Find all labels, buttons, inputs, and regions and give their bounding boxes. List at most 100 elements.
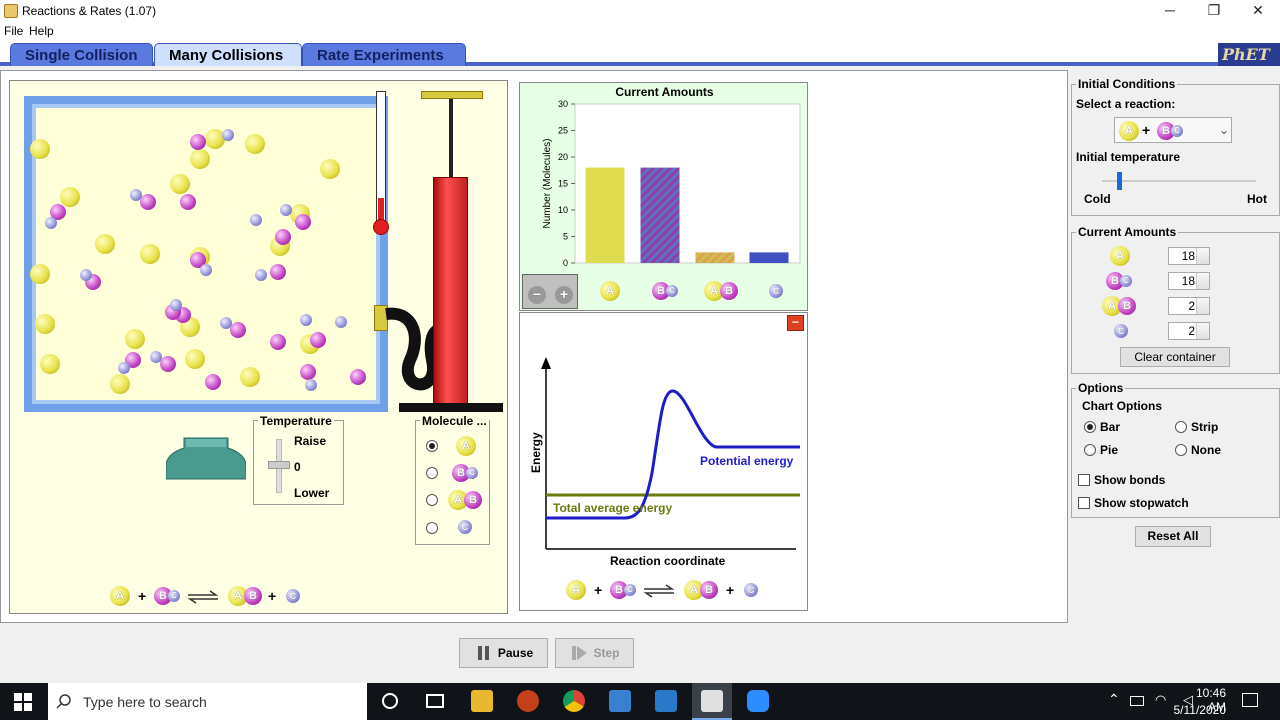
minimize-button[interactable]: ─	[1148, 0, 1192, 22]
radio-none[interactable]	[1175, 444, 1187, 456]
reset-all-button[interactable]: Reset All	[1135, 526, 1211, 547]
clock-date[interactable]: 5/11/2020	[1170, 703, 1227, 717]
amount-bc-spinner[interactable]: 18	[1168, 272, 1210, 290]
file-explorer-icon[interactable]	[471, 690, 493, 712]
zoom-out-button[interactable]: −	[528, 286, 546, 304]
molecule-a	[110, 374, 130, 394]
container-lid[interactable]	[166, 436, 246, 480]
chevron-up-icon[interactable]: ⌃	[1108, 691, 1120, 708]
chrome-icon[interactable]	[563, 690, 585, 712]
lower-label: Lower	[294, 486, 330, 500]
windows-start-icon[interactable]	[14, 693, 32, 711]
thermometer-bulb	[373, 219, 389, 235]
bar-ab	[695, 252, 735, 263]
radio-strip-label: Strip	[1191, 420, 1219, 434]
molecule-b	[310, 332, 326, 348]
menu-file[interactable]: File	[4, 24, 23, 38]
current-amounts-title: Current Amounts	[1076, 225, 1179, 239]
close-button[interactable]: ✕	[1236, 0, 1280, 22]
equation-a-icon: A	[110, 586, 130, 606]
temperature-slider-thumb[interactable]	[268, 461, 290, 469]
pump-body[interactable]	[433, 177, 468, 407]
menu-bar: File Help	[0, 22, 1280, 40]
plus-sign: +	[1142, 122, 1151, 138]
molecule-a	[35, 314, 55, 334]
radio-pie[interactable]	[1084, 444, 1096, 456]
clear-container-button[interactable]: Clear container	[1120, 347, 1230, 367]
tab-many-collisions[interactable]: Many Collisions	[154, 43, 302, 66]
pause-button[interactable]: Pause	[459, 638, 548, 668]
amount-c-spinner[interactable]: 2	[1168, 322, 1210, 340]
y-tick-label: 10	[558, 205, 568, 215]
amount-a-spinner[interactable]: 18	[1168, 247, 1210, 265]
diagram-c-icon: C	[744, 583, 758, 597]
initial-temperature-thumb[interactable]	[1117, 172, 1123, 190]
molecule-a-icon: A	[456, 436, 476, 456]
temperature-control: Temperature Raise 0 Lower	[253, 414, 344, 505]
battery-icon[interactable]	[1130, 696, 1144, 706]
options-title: Options	[1076, 381, 1126, 395]
step-button[interactable]: Step	[555, 638, 634, 668]
y-tick-label: 0	[563, 258, 568, 268]
initial-temperature-label: Initial temperature	[1076, 150, 1181, 164]
radio-none-label: None	[1191, 443, 1221, 457]
wifi-icon[interactable]: ◠	[1155, 692, 1166, 708]
options-group: Options Chart Options Bar Strip Pie None…	[1071, 381, 1280, 518]
molecule-c	[220, 317, 232, 329]
taskbar-search[interactable]: Type here to search	[48, 683, 367, 720]
molecule-a	[245, 134, 265, 154]
java-icon	[701, 690, 723, 712]
energy-axis-arrow	[541, 357, 551, 369]
molecule-a	[30, 264, 50, 284]
menu-help[interactable]: Help	[29, 24, 54, 38]
initial-temperature-track[interactable]	[1102, 180, 1256, 182]
molecule-radio-ab[interactable]	[426, 494, 438, 506]
task-view-icon[interactable]	[426, 694, 444, 708]
tab-rate-experiments[interactable]: Rate Experiments	[302, 43, 466, 66]
amount-ab-spinner[interactable]: 2	[1168, 297, 1210, 315]
molecule-b	[275, 229, 291, 245]
radio-bar[interactable]	[1084, 421, 1096, 433]
pump-handle[interactable]	[421, 91, 483, 99]
tab-single-collision[interactable]: Single Collision	[10, 43, 153, 66]
bar-legend-a-icon: A	[600, 281, 620, 301]
pump-base	[399, 403, 503, 412]
molecule-radio-bc[interactable]	[426, 467, 438, 479]
molecule-c	[300, 314, 312, 326]
y-tick-label: 20	[558, 152, 568, 162]
molecule-b	[140, 194, 156, 210]
show-stopwatch-checkbox[interactable]	[1078, 497, 1090, 509]
show-bonds-checkbox[interactable]	[1078, 474, 1090, 486]
cortana-icon[interactable]	[382, 693, 398, 709]
diagram-a-icon: A	[566, 580, 586, 600]
zoom-icon[interactable]	[747, 690, 769, 712]
molecule-radio-c[interactable]	[426, 522, 438, 534]
molecule-b	[160, 356, 176, 372]
restore-button[interactable]: ❐	[1192, 0, 1236, 22]
molecule-b	[300, 364, 316, 380]
molecule-bc-c-icon: C	[466, 467, 478, 479]
powerpoint-icon[interactable]	[517, 690, 539, 712]
molecule-radio-a[interactable]	[426, 440, 438, 452]
pause-icon	[478, 646, 482, 660]
molecule-selector: Molecule ... A B C A B C	[415, 414, 490, 545]
molecule-a	[40, 354, 60, 374]
select-c-icon: C	[1171, 125, 1183, 137]
amount-a-icon: A	[1110, 246, 1130, 266]
molecule-b	[295, 214, 311, 230]
notifications-icon[interactable]	[1242, 693, 1258, 707]
diagram-reaction-equation: A + B C A B + C	[566, 580, 766, 602]
zoom-in-button[interactable]: +	[555, 286, 573, 304]
search-icon	[56, 694, 71, 709]
reaction-coordinate-label: Reaction coordinate	[610, 554, 726, 568]
y-tick-label: 15	[558, 179, 568, 189]
y-axis-label: Number (Molecules)	[542, 138, 553, 228]
reaction-select[interactable]: A + B C ⌄	[1114, 117, 1232, 143]
mail-icon[interactable]	[655, 690, 677, 712]
radio-strip[interactable]	[1175, 421, 1187, 433]
amount-c-icon: C	[1114, 324, 1128, 338]
store-icon[interactable]	[609, 690, 631, 712]
phet-logo: PhET	[1218, 43, 1280, 66]
playback-controls: Pause Step	[0, 623, 1280, 683]
plus-sign: +	[138, 588, 147, 604]
